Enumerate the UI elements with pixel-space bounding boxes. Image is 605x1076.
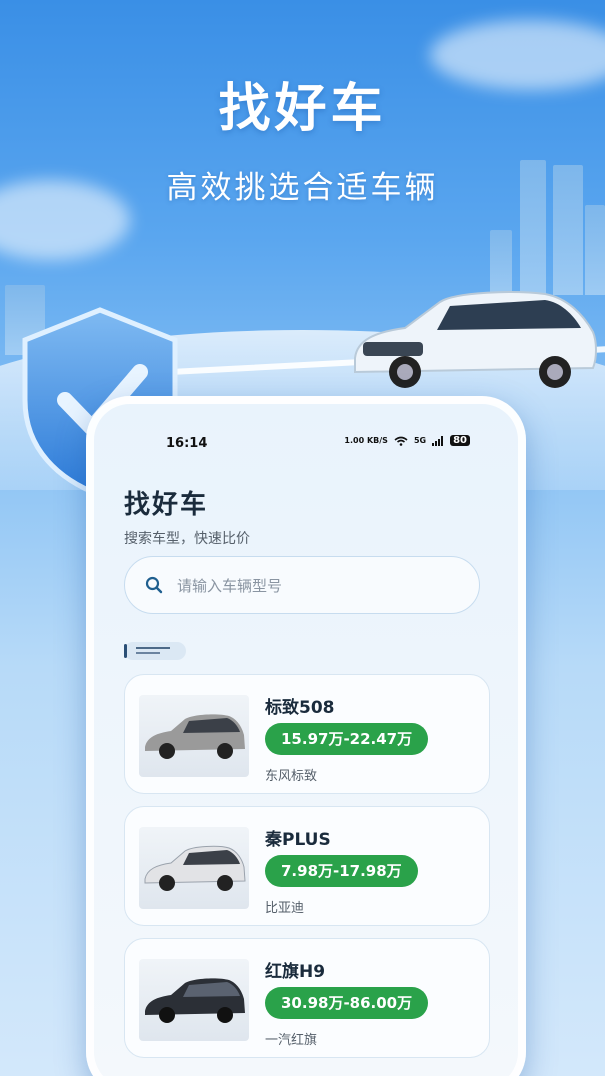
signal-label: 5G (413, 436, 427, 445)
status-bar: 16:14 1.00 KB/S 5G 80 (94, 432, 518, 452)
hero-car-image (354, 291, 597, 388)
car-thumbnail (139, 695, 249, 777)
car-card[interactable]: 标致508 15.97万-22.47万 东风标致 (124, 674, 490, 794)
page-subtitle: 搜索车型，快速比价 (124, 531, 250, 547)
signal-icon (432, 435, 444, 446)
search-input[interactable]: 请输入车辆型号 (124, 556, 480, 614)
price-badge: 7.98万-17.98万 (265, 855, 418, 887)
car-brand: 一汽红旗 (265, 1033, 318, 1048)
car-image (145, 978, 245, 1023)
price-badge: 30.98万-86.00万 (265, 987, 429, 1019)
car-brand: 东风标致 (265, 769, 318, 784)
promo-title: 找好车 (218, 79, 387, 139)
wifi-icon (394, 436, 408, 446)
status-time: 16:14 (166, 436, 208, 451)
car-name: 红旗H9 (265, 962, 326, 982)
car-card[interactable]: 秦PLUS 7.98万-17.98万 比亚迪 (124, 806, 490, 926)
phone-mockup: 16:14 1.00 KB/S 5G 80 找好车 搜索车型，快速比价 请输入车… (86, 396, 526, 1076)
car-name: 秦PLUS (265, 830, 331, 850)
car-card[interactable]: 红旗H9 30.98万-86.00万 一汽红旗 (124, 938, 490, 1058)
battery-indicator: 80 (450, 435, 470, 446)
car-list: 标致508 15.97万-22.47万 东风标致 秦PLUS 7.98万-17.… (124, 674, 490, 1070)
network-speed: 1.00 KB/S (344, 436, 388, 445)
car-thumbnail (139, 827, 249, 909)
car-image (145, 714, 245, 759)
search-icon (145, 576, 163, 594)
status-icons: 1.00 KB/S 5G 80 (344, 435, 470, 446)
car-image (144, 845, 246, 891)
car-thumbnail (139, 959, 249, 1041)
section-header-marker (124, 642, 186, 660)
price-badge: 15.97万-22.47万 (265, 723, 429, 755)
search-placeholder: 请输入车辆型号 (177, 576, 283, 595)
car-name: 标致508 (265, 698, 335, 718)
page-title: 找好车 (124, 490, 209, 520)
promo-subtitle: 高效挑选合适车辆 (166, 170, 439, 206)
car-brand: 比亚迪 (265, 901, 305, 916)
